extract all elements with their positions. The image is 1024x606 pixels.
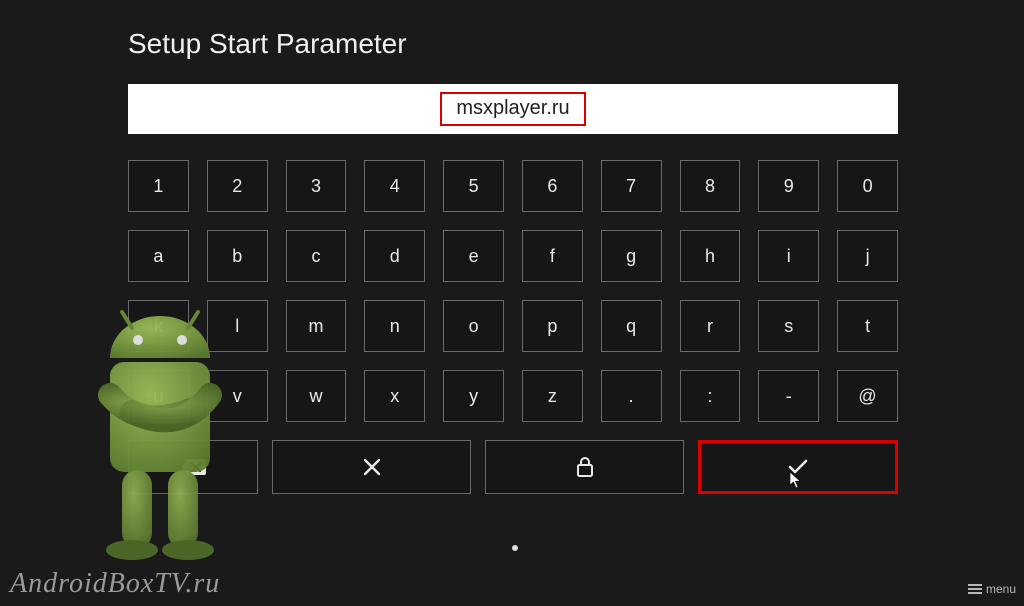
key-8[interactable]: 8 — [680, 160, 741, 212]
key-9[interactable]: 9 — [758, 160, 819, 212]
menu-label: menu — [986, 582, 1016, 596]
watermark-text: AndroidBoxTV.ru — [10, 568, 220, 600]
lock-button[interactable] — [485, 440, 684, 494]
key-q[interactable]: q — [601, 300, 662, 352]
key-t[interactable]: t — [837, 300, 898, 352]
confirm-button[interactable] — [698, 440, 898, 494]
key-7[interactable]: 7 — [601, 160, 662, 212]
key-n[interactable]: n — [364, 300, 425, 352]
key-r[interactable]: r — [680, 300, 741, 352]
lock-icon — [576, 457, 594, 477]
key-b[interactable]: b — [207, 230, 268, 282]
clear-button[interactable] — [272, 440, 471, 494]
key-2[interactable]: 2 — [207, 160, 268, 212]
page-title: Setup Start Parameter — [128, 28, 407, 60]
key-6[interactable]: 6 — [522, 160, 583, 212]
key-j[interactable]: j — [837, 230, 898, 282]
key-f[interactable]: f — [522, 230, 583, 282]
key-m[interactable]: m — [286, 300, 347, 352]
key-w[interactable]: w — [286, 370, 347, 422]
key-dash[interactable]: - — [758, 370, 819, 422]
hamburger-icon — [968, 584, 982, 594]
key-at[interactable]: @ — [837, 370, 898, 422]
key-z[interactable]: z — [522, 370, 583, 422]
menu-button[interactable]: menu — [968, 582, 1016, 596]
key-colon[interactable]: : — [680, 370, 741, 422]
key-g[interactable]: g — [601, 230, 662, 282]
backspace-icon — [180, 457, 206, 477]
key-h[interactable]: h — [680, 230, 741, 282]
key-k[interactable]: k — [128, 300, 189, 352]
onscreen-keyboard: 1 2 3 4 5 6 7 8 9 0 a b c d e f g h i j … — [128, 160, 898, 512]
key-1[interactable]: 1 — [128, 160, 189, 212]
parameter-input-value: msxplayer.ru — [440, 92, 585, 126]
parameter-input[interactable]: msxplayer.ru — [128, 84, 898, 134]
key-5[interactable]: 5 — [443, 160, 504, 212]
key-s[interactable]: s — [758, 300, 819, 352]
key-4[interactable]: 4 — [364, 160, 425, 212]
key-x[interactable]: x — [364, 370, 425, 422]
key-v[interactable]: v — [207, 370, 268, 422]
key-l[interactable]: l — [207, 300, 268, 352]
key-y[interactable]: y — [443, 370, 504, 422]
page-indicator-dot — [512, 545, 518, 551]
key-p[interactable]: p — [522, 300, 583, 352]
key-a[interactable]: a — [128, 230, 189, 282]
key-period[interactable]: . — [601, 370, 662, 422]
close-x-icon — [363, 458, 381, 476]
key-3[interactable]: 3 — [286, 160, 347, 212]
key-d[interactable]: d — [364, 230, 425, 282]
key-c[interactable]: c — [286, 230, 347, 282]
key-i[interactable]: i — [758, 230, 819, 282]
key-e[interactable]: e — [443, 230, 504, 282]
key-0[interactable]: 0 — [837, 160, 898, 212]
key-u[interactable]: u — [128, 370, 189, 422]
backspace-button[interactable] — [128, 440, 258, 494]
cursor-icon — [789, 471, 803, 489]
key-o[interactable]: o — [443, 300, 504, 352]
